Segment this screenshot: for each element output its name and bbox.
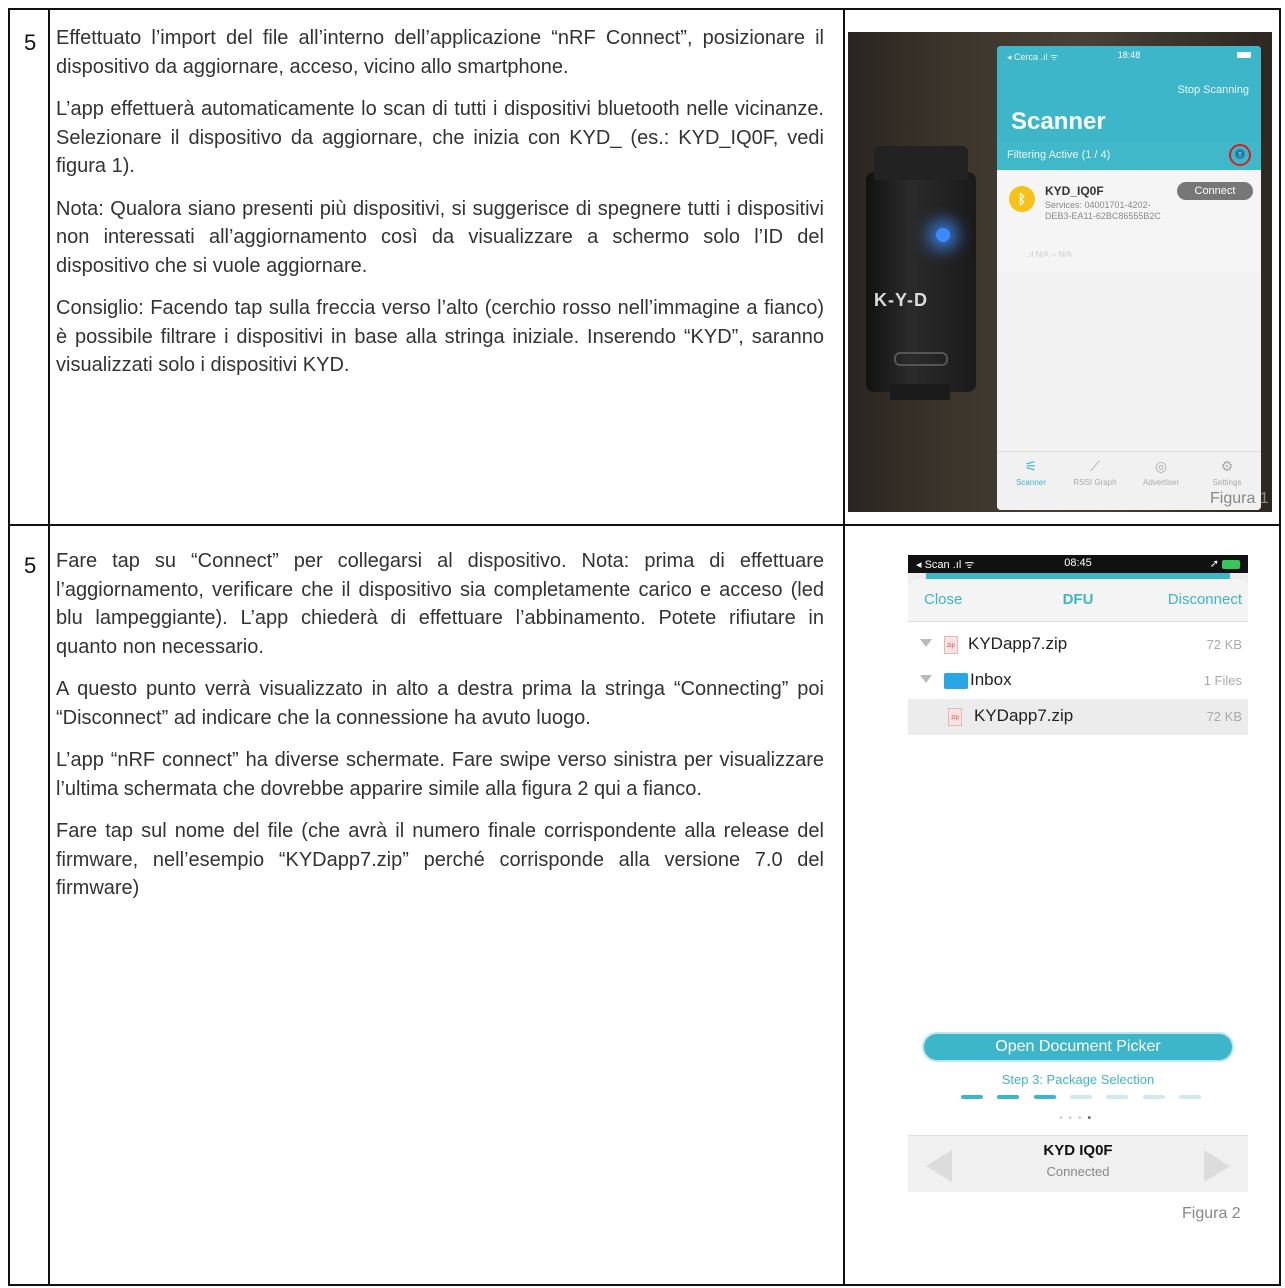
scanner-title: Scanner (1011, 108, 1106, 135)
figure-2-screenshot: ◂ Scan .ıl ᯤ 08:45 ➚ Close DFU Disconnec… (908, 555, 1248, 1192)
filter-bar: Filtering Active (1 / 4) ↑ (997, 142, 1261, 170)
step-instructions: Fare tap su “Connect” per collegarsi al … (56, 547, 824, 917)
paragraph: Fare tap sul nome del file (che avrà il … (56, 820, 824, 899)
tab-rssi-graph[interactable]: ⟋ RSSI Graph (1065, 458, 1125, 487)
led-indicator (936, 228, 950, 242)
next-arrow-icon[interactable] (1204, 1150, 1230, 1182)
device-footer: KYD IQ0F Connected (908, 1135, 1248, 1192)
progress-step (997, 1095, 1019, 1099)
connection-status: Connected (1046, 1164, 1110, 1179)
device-port (894, 352, 948, 366)
settings-icon: ⚙ (1220, 458, 1234, 474)
stop-scanning-button[interactable]: Stop Scanning (1177, 84, 1249, 96)
phone-screen-scanner: ◂ Cerca .ıl ᯤ 18:48 Stop Scanning Scanne… (997, 46, 1261, 510)
kyd-device: K-Y-D (866, 146, 976, 400)
step-number: 5 (24, 553, 37, 578)
step-instructions: Effettuato l’import del file all’interno… (56, 24, 824, 394)
progress-step (1106, 1095, 1128, 1099)
battery-icon (1222, 559, 1240, 569)
figure-caption: Figura 2 (1182, 1205, 1241, 1222)
file-size: 72 KB (1206, 709, 1242, 724)
progress-step (1179, 1095, 1201, 1099)
device-logo: K-Y-D (874, 290, 928, 310)
file-size: 72 KB (1206, 637, 1242, 652)
advertiser-icon: ◎ (1154, 458, 1168, 474)
bluetooth-icon: ᛒ (1009, 186, 1035, 212)
graph-icon: ⟋ (1090, 458, 1100, 474)
row-divider (10, 524, 1279, 526)
scanner-icon: ⚟ (1024, 458, 1038, 474)
file-count: 1 Files (1203, 673, 1242, 688)
device-name: KYD IQ0F (1043, 1142, 1113, 1159)
progress-step (961, 1095, 983, 1099)
nav-bar: Close DFU Disconnect (908, 579, 1248, 622)
paragraph: L’app “nRF connect” ha diverse schermate… (56, 749, 824, 800)
disconnect-button[interactable]: Disconnect (1168, 591, 1242, 608)
tab-label: Advertiser (1142, 478, 1179, 487)
status-bar: ◂ Scan .ıl ᯤ 08:45 ➚ (908, 555, 1248, 573)
filter-toggle-button[interactable]: ↑ (1229, 144, 1251, 166)
tab-advertiser[interactable]: ◎ Advertiser (1131, 458, 1191, 487)
progress-step (1143, 1095, 1165, 1099)
device-services: Services: 04001701-4202-DEB3-EA11-62BC86… (1045, 200, 1161, 221)
progress-step (1070, 1095, 1092, 1099)
paragraph: Nota: Qualora siano presenti più disposi… (56, 197, 824, 277)
status-bar-right: ➚ (1210, 557, 1240, 570)
paragraph: Fare tap su “Connect” per collegarsi al … (56, 550, 824, 658)
paragraph: A questo punto verrà visualizzato in alt… (56, 678, 824, 729)
device-base (890, 384, 950, 400)
device-list-item[interactable]: ᛒ KYD_IQ0F Connect Services: 04001701-42… (997, 172, 1261, 272)
status-time: 18:48 (1117, 50, 1141, 60)
disclosure-icon (920, 675, 932, 683)
open-document-picker-button[interactable]: Open Document Picker (924, 1034, 1232, 1060)
device-name: KYD_IQ0F (1045, 184, 1104, 198)
scanner-header: ◂ Cerca .ıl ᯤ 18:48 Stop Scanning Scanne… (997, 46, 1261, 170)
tab-label: Settings (1212, 478, 1242, 487)
paragraph: L’app effettuerà automaticamente lo scan… (56, 98, 824, 177)
column-divider-step (48, 10, 50, 1284)
folder-icon (944, 673, 968, 689)
figure-1-photo: K-Y-D ◂ Cerca .ıl ᯤ 18:48 Stop Scanning … (848, 32, 1272, 512)
filter-status: Filtering Active (1 / 4) (1007, 149, 1111, 161)
zip-file-icon: zip (948, 708, 962, 726)
tab-settings[interactable]: ⚙ Settings (1197, 458, 1257, 487)
folder-name: Inbox (970, 670, 1012, 689)
dfu-sheet: Close DFU Disconnect zip KYDapp7.zip 72 … (908, 579, 1248, 1192)
rssi-readout: .ıl N/A ◦◦ N/A (1027, 250, 1072, 259)
progress-step (1034, 1095, 1056, 1099)
tab-label: Scanner (1016, 478, 1046, 487)
arrow-up-icon: ↑ (1235, 149, 1245, 159)
paragraph: Effettuato l’import del file all’interno… (56, 27, 824, 78)
device-clip (874, 146, 968, 180)
page-indicator: •••• (1058, 1113, 1098, 1124)
status-time: 08:45 (1064, 557, 1092, 569)
location-icon: ➚ (1209, 558, 1219, 570)
folder-row[interactable]: Inbox 1 Files (908, 663, 1248, 699)
tab-label: RSSI Graph (1073, 478, 1117, 487)
file-name: KYDapp7.zip (968, 634, 1068, 653)
figure-caption: Figura 1 (1210, 490, 1269, 507)
file-row[interactable]: zip KYDapp7.zip 72 KB (908, 627, 1248, 663)
step-number: 5 (24, 30, 37, 55)
column-divider-image (843, 10, 845, 1284)
paragraph: Consiglio: Facendo tap sulla freccia ver… (56, 297, 824, 376)
battery-icon (1237, 52, 1251, 58)
file-row-selected[interactable]: zip KYDapp7.zip 72 KB (908, 699, 1248, 735)
tab-scanner[interactable]: ⚟ Scanner (1001, 458, 1061, 487)
connect-button[interactable]: Connect (1177, 182, 1253, 200)
step-label: Step 3: Package Selection (1001, 1072, 1155, 1087)
zip-file-icon: zip (944, 636, 958, 654)
disclosure-icon (920, 639, 932, 647)
file-name: KYDapp7.zip (974, 706, 1074, 725)
step-progress (961, 1095, 1201, 1099)
